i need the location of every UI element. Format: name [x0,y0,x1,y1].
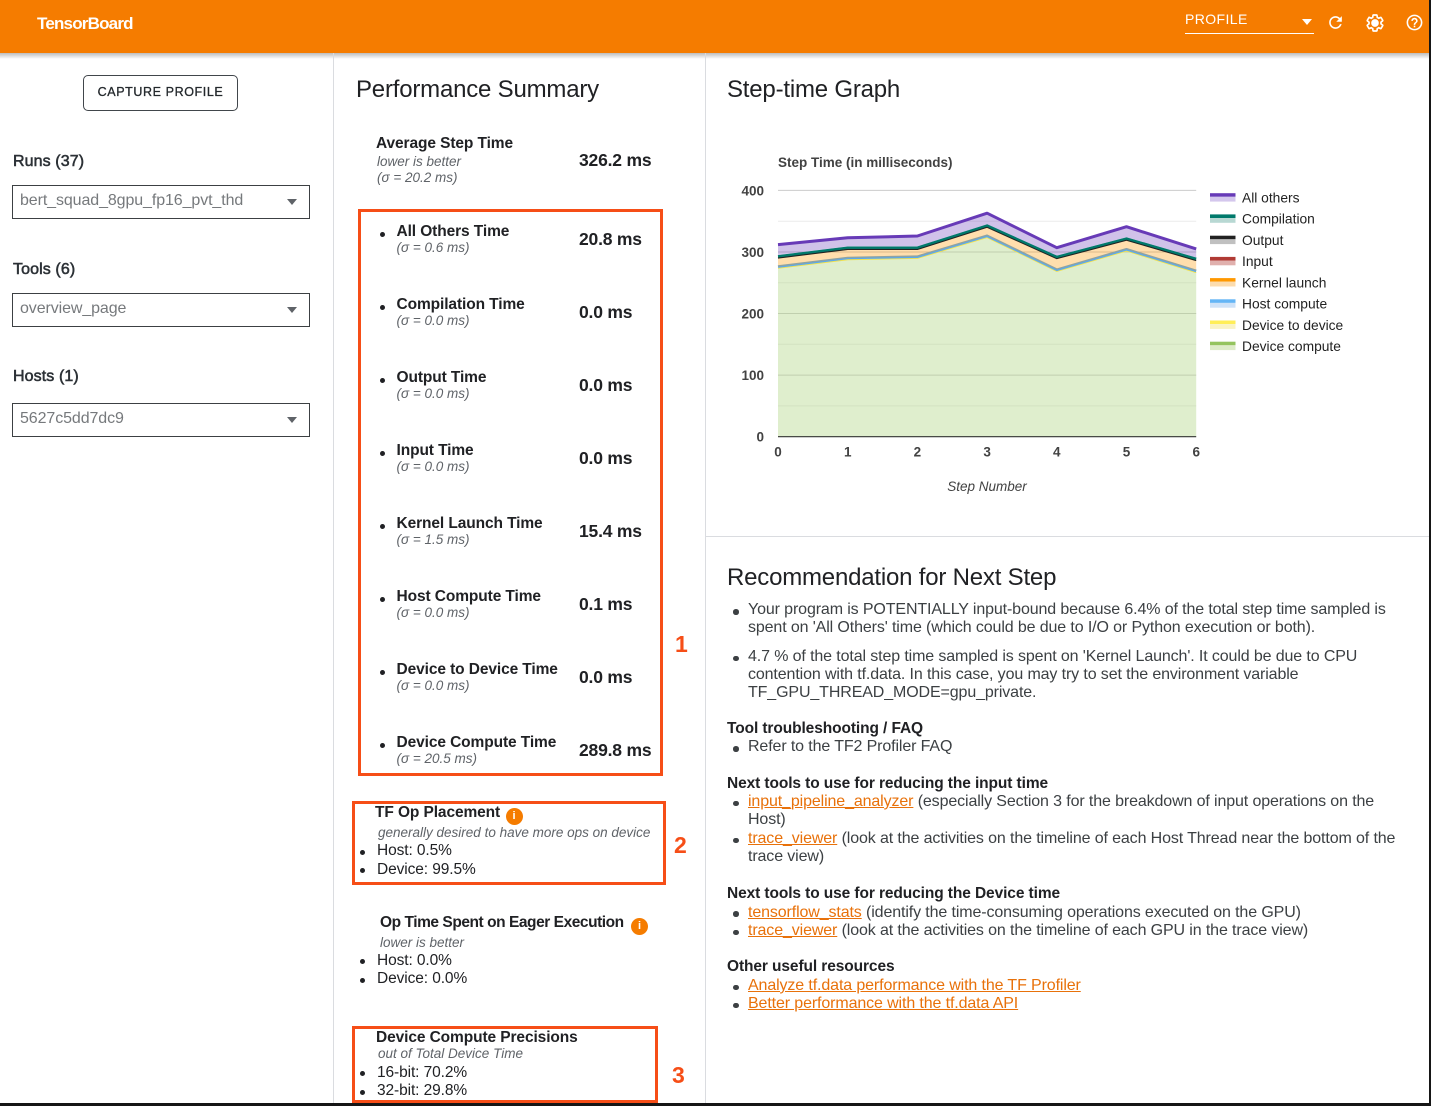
svg-text:1: 1 [844,445,852,460]
svg-text:100: 100 [741,368,764,383]
svg-text:Host compute: Host compute [1242,297,1327,312]
svg-text:2: 2 [914,445,922,460]
svg-text:Step Number: Step Number [947,479,1027,494]
svg-text:400: 400 [741,183,764,198]
svg-text:All others: All others [1242,191,1300,206]
svg-text:Compilation: Compilation [1242,212,1315,227]
svg-text:200: 200 [741,307,764,322]
svg-text:Device compute: Device compute [1242,339,1341,354]
svg-text:3: 3 [983,445,991,460]
svg-text:Input: Input [1242,254,1273,269]
svg-text:Output: Output [1242,233,1284,248]
svg-text:Device to device: Device to device [1242,318,1344,333]
svg-text:6: 6 [1192,445,1200,460]
svg-text:Kernel launch: Kernel launch [1242,275,1326,290]
svg-text:0: 0 [756,430,764,445]
svg-text:0: 0 [774,445,782,460]
svg-text:5: 5 [1123,445,1131,460]
svg-text:Step Time (in milliseconds): Step Time (in milliseconds) [778,155,953,170]
svg-text:300: 300 [741,245,764,260]
svg-text:4: 4 [1053,445,1061,460]
